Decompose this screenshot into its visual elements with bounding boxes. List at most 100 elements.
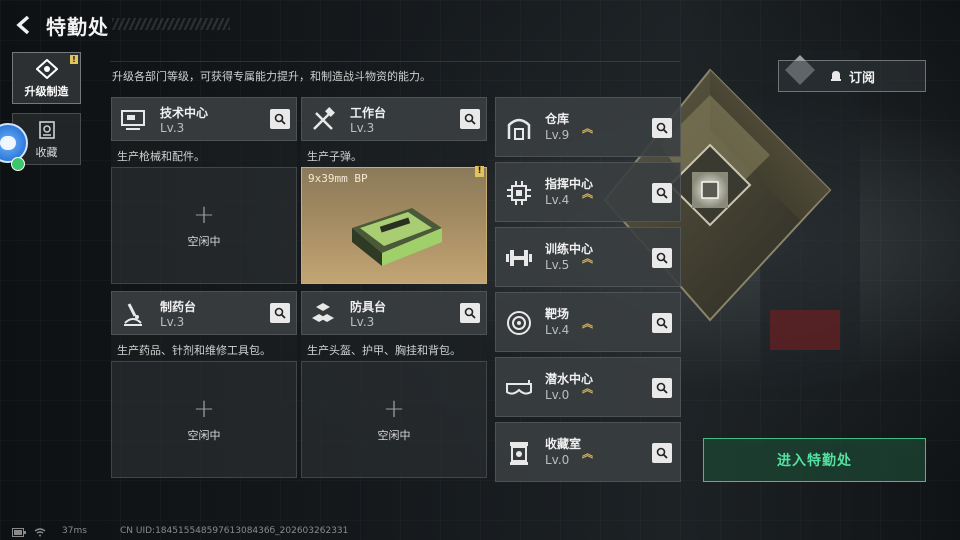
facility-level: Lv.4 xyxy=(545,193,570,207)
upgrade-available-icon: ︽ xyxy=(582,447,593,460)
bench-subtitle: 生产药品、针剂和维修工具包。 xyxy=(111,335,297,361)
search-button[interactable] xyxy=(652,313,672,333)
facility-diving-center[interactable]: 潜水中心 Lv.0 ︽ xyxy=(495,357,681,417)
subscribe-label: 订阅 xyxy=(848,70,875,86)
ping-value: 37ms xyxy=(62,526,87,536)
search-button[interactable] xyxy=(652,443,672,463)
bench-header[interactable]: 技术中心 Lv.3 xyxy=(111,97,297,141)
bench-header[interactable]: 防具台 Lv.3 xyxy=(301,291,487,335)
bench-level: Lv.3 xyxy=(160,315,185,329)
facility-training-center[interactable]: 训练中心 Lv.5 ︽ xyxy=(495,227,681,287)
tab-label: 收藏 xyxy=(35,145,58,159)
enter-label: 进入特勤处 xyxy=(777,453,852,469)
search-button[interactable] xyxy=(460,109,480,129)
alert-badge: ! xyxy=(475,166,484,177)
facility-name: 仓库 xyxy=(545,112,570,126)
bench-subtitle: 生产头盔、护甲、胸挂和背包。 xyxy=(301,335,487,361)
user-uid: CN UID:18451554859761308436б_20260326233… xyxy=(120,526,349,536)
facility-level: Lv.4 xyxy=(545,323,570,337)
back-button[interactable] xyxy=(10,12,38,38)
collection-icon xyxy=(37,119,57,141)
facility-collection-room[interactable]: 收藏室 Lv.0 ︽ xyxy=(495,422,681,482)
search-icon xyxy=(656,252,668,264)
add-icon: + xyxy=(383,393,405,424)
produced-item-name: 9x39mm BP xyxy=(308,172,368,185)
facility-level: Lv.0 xyxy=(545,453,570,467)
facility-warehouse[interactable]: 仓库 Lv.9 ︽ xyxy=(495,97,681,157)
upgrade-available-icon: ︽ xyxy=(582,122,593,135)
craft-gear-icon xyxy=(35,58,58,80)
subscribe-bell-icon xyxy=(830,71,841,81)
facility-name: 靶场 xyxy=(545,307,570,321)
bench-level: Lv.3 xyxy=(350,121,375,135)
bench-pharmacy: 制药台 Lv.3 生产药品、针剂和维修工具包。 + 空闲中 xyxy=(111,291,297,478)
armor-boxes-icon xyxy=(308,299,338,329)
search-button[interactable] xyxy=(652,118,672,138)
status-footer: 37ms CN UID:18451554859761308436б_202603… xyxy=(12,525,348,539)
network-status-icon xyxy=(11,157,25,171)
bench-header[interactable]: 工作台 Lv.3 xyxy=(301,97,487,141)
trophy-icon xyxy=(502,436,536,470)
facility-shooting-range[interactable]: 靶场 Lv.4 ︽ xyxy=(495,292,681,352)
add-icon: + xyxy=(193,199,215,230)
bench-header[interactable]: 制药台 Lv.3 xyxy=(111,291,297,335)
facility-name: 收藏室 xyxy=(545,437,582,451)
tools-icon xyxy=(308,105,338,135)
search-button[interactable] xyxy=(270,303,290,323)
search-icon xyxy=(656,382,668,394)
bench-subtitle: 生产子弹。 xyxy=(301,141,487,167)
dumbbell-icon xyxy=(502,241,536,275)
page-title: 特勤处 xyxy=(46,15,109,39)
search-button[interactable] xyxy=(270,109,290,129)
bench-name: 制药台 xyxy=(160,300,197,314)
search-icon xyxy=(464,113,476,125)
bench-tech-center: 技术中心 Lv.3 生产枪械和配件。 + 空闲中 xyxy=(111,97,297,284)
ammo-box-icon xyxy=(352,208,442,266)
bench-workbench: 工作台 Lv.3 生产子弹。 9x39mm BP ! xyxy=(301,97,487,284)
tab-label: 升级制造 xyxy=(24,84,69,98)
slot-status: 空闲中 xyxy=(187,428,221,442)
back-arrow-icon xyxy=(16,15,30,35)
top-bar: 特勤处 xyxy=(0,0,400,48)
bench-name: 工作台 xyxy=(350,106,387,120)
tab-upgrade-craft[interactable]: 升级制造 ! xyxy=(12,52,81,104)
search-icon xyxy=(656,317,668,329)
subscribe-button[interactable]: 订阅 xyxy=(778,60,926,92)
alert-badge: ! xyxy=(70,55,78,64)
title-decoration xyxy=(112,18,230,30)
facility-level: Lv.5 xyxy=(545,258,570,272)
slot-status: 空闲中 xyxy=(377,428,411,442)
facility-level: Lv.0 xyxy=(545,388,570,402)
search-icon xyxy=(656,122,668,134)
search-button[interactable] xyxy=(652,183,672,203)
search-icon xyxy=(656,447,668,459)
wifi-icon xyxy=(34,527,46,536)
search-button[interactable] xyxy=(460,303,480,323)
bench-subtitle: 生产枪械和配件。 xyxy=(111,141,297,167)
microscope-icon xyxy=(118,299,148,329)
search-icon xyxy=(274,307,286,319)
monitor-icon xyxy=(118,105,148,135)
divider xyxy=(110,61,680,62)
facility-level: Lv.9 xyxy=(545,128,570,142)
production-slot-active[interactable]: 9x39mm BP ! xyxy=(301,166,487,284)
upgrade-available-icon: ︽ xyxy=(582,187,593,200)
upgrade-available-icon: ︽ xyxy=(582,317,593,330)
slot-status: 空闲中 xyxy=(187,234,221,248)
upgrade-available-icon: ︽ xyxy=(582,252,593,265)
add-icon: + xyxy=(193,393,215,424)
bench-name: 防具台 xyxy=(350,300,387,314)
production-slot-idle[interactable]: + 空闲中 xyxy=(301,361,487,478)
upgrade-available-icon: ︽ xyxy=(582,382,593,395)
warehouse-icon xyxy=(502,111,536,145)
assistant-icon xyxy=(0,136,16,150)
section-description: 升级各部门等级，可获得专属能力提升，和制造战斗物资的能力。 xyxy=(112,70,431,83)
facility-command-center[interactable]: 指挥中心 Lv.4 ︽ xyxy=(495,162,681,222)
production-slot-idle[interactable]: + 空闲中 xyxy=(111,361,297,478)
production-slot-idle[interactable]: + 空闲中 xyxy=(111,167,297,284)
enter-headquarters-button[interactable]: 进入特勤处 xyxy=(703,438,926,482)
battery-icon xyxy=(12,527,26,537)
search-icon xyxy=(656,187,668,199)
search-button[interactable] xyxy=(652,378,672,398)
search-button[interactable] xyxy=(652,248,672,268)
